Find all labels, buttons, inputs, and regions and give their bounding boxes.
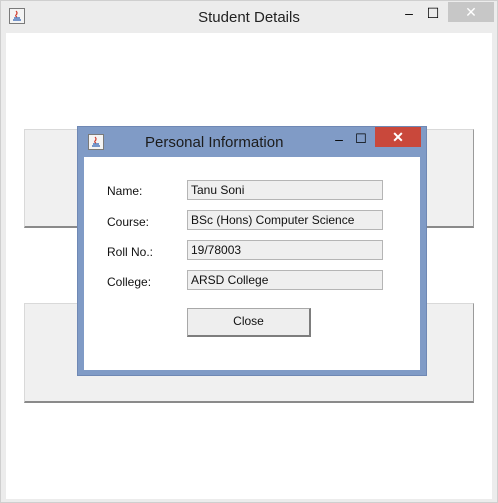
student-details-window: Student Details – ☐ ✕ Personal Informati…	[0, 0, 498, 503]
dialog-close-button[interactable]: ✕	[375, 127, 421, 147]
dialog-title-bar[interactable]: Personal Information – ☐ ✕	[78, 127, 426, 157]
college-field[interactable]: ARSD College	[187, 270, 383, 290]
dialog-minimize-button[interactable]: –	[332, 131, 346, 151]
close-button[interactable]: ✕	[448, 2, 494, 22]
dialog-title: Personal Information	[145, 134, 284, 151]
dialog-content: Name: Tanu Soni Course: BSc (Hons) Compu…	[84, 157, 420, 370]
name-label: Name:	[107, 184, 143, 198]
personal-information-dialog: Personal Information – ☐ ✕ Name: Tanu So…	[77, 126, 427, 376]
java-icon	[88, 134, 104, 150]
course-field[interactable]: BSc (Hons) Computer Science	[187, 210, 383, 230]
close-dialog-button[interactable]: Close	[187, 308, 311, 337]
outer-title-bar[interactable]: Student Details – ☐ ✕	[1, 1, 497, 33]
course-label: Course:	[107, 215, 150, 229]
roll-no-field[interactable]: 19/78003	[187, 240, 383, 260]
dialog-maximize-button[interactable]: ☐	[354, 131, 368, 151]
minimize-button[interactable]: –	[401, 3, 417, 23]
name-field[interactable]: Tanu Soni	[187, 180, 383, 200]
college-label: College:	[107, 275, 152, 289]
roll-no-label: Roll No.:	[107, 245, 154, 259]
maximize-button[interactable]: ☐	[425, 3, 441, 23]
window-title: Student Details	[198, 9, 300, 26]
